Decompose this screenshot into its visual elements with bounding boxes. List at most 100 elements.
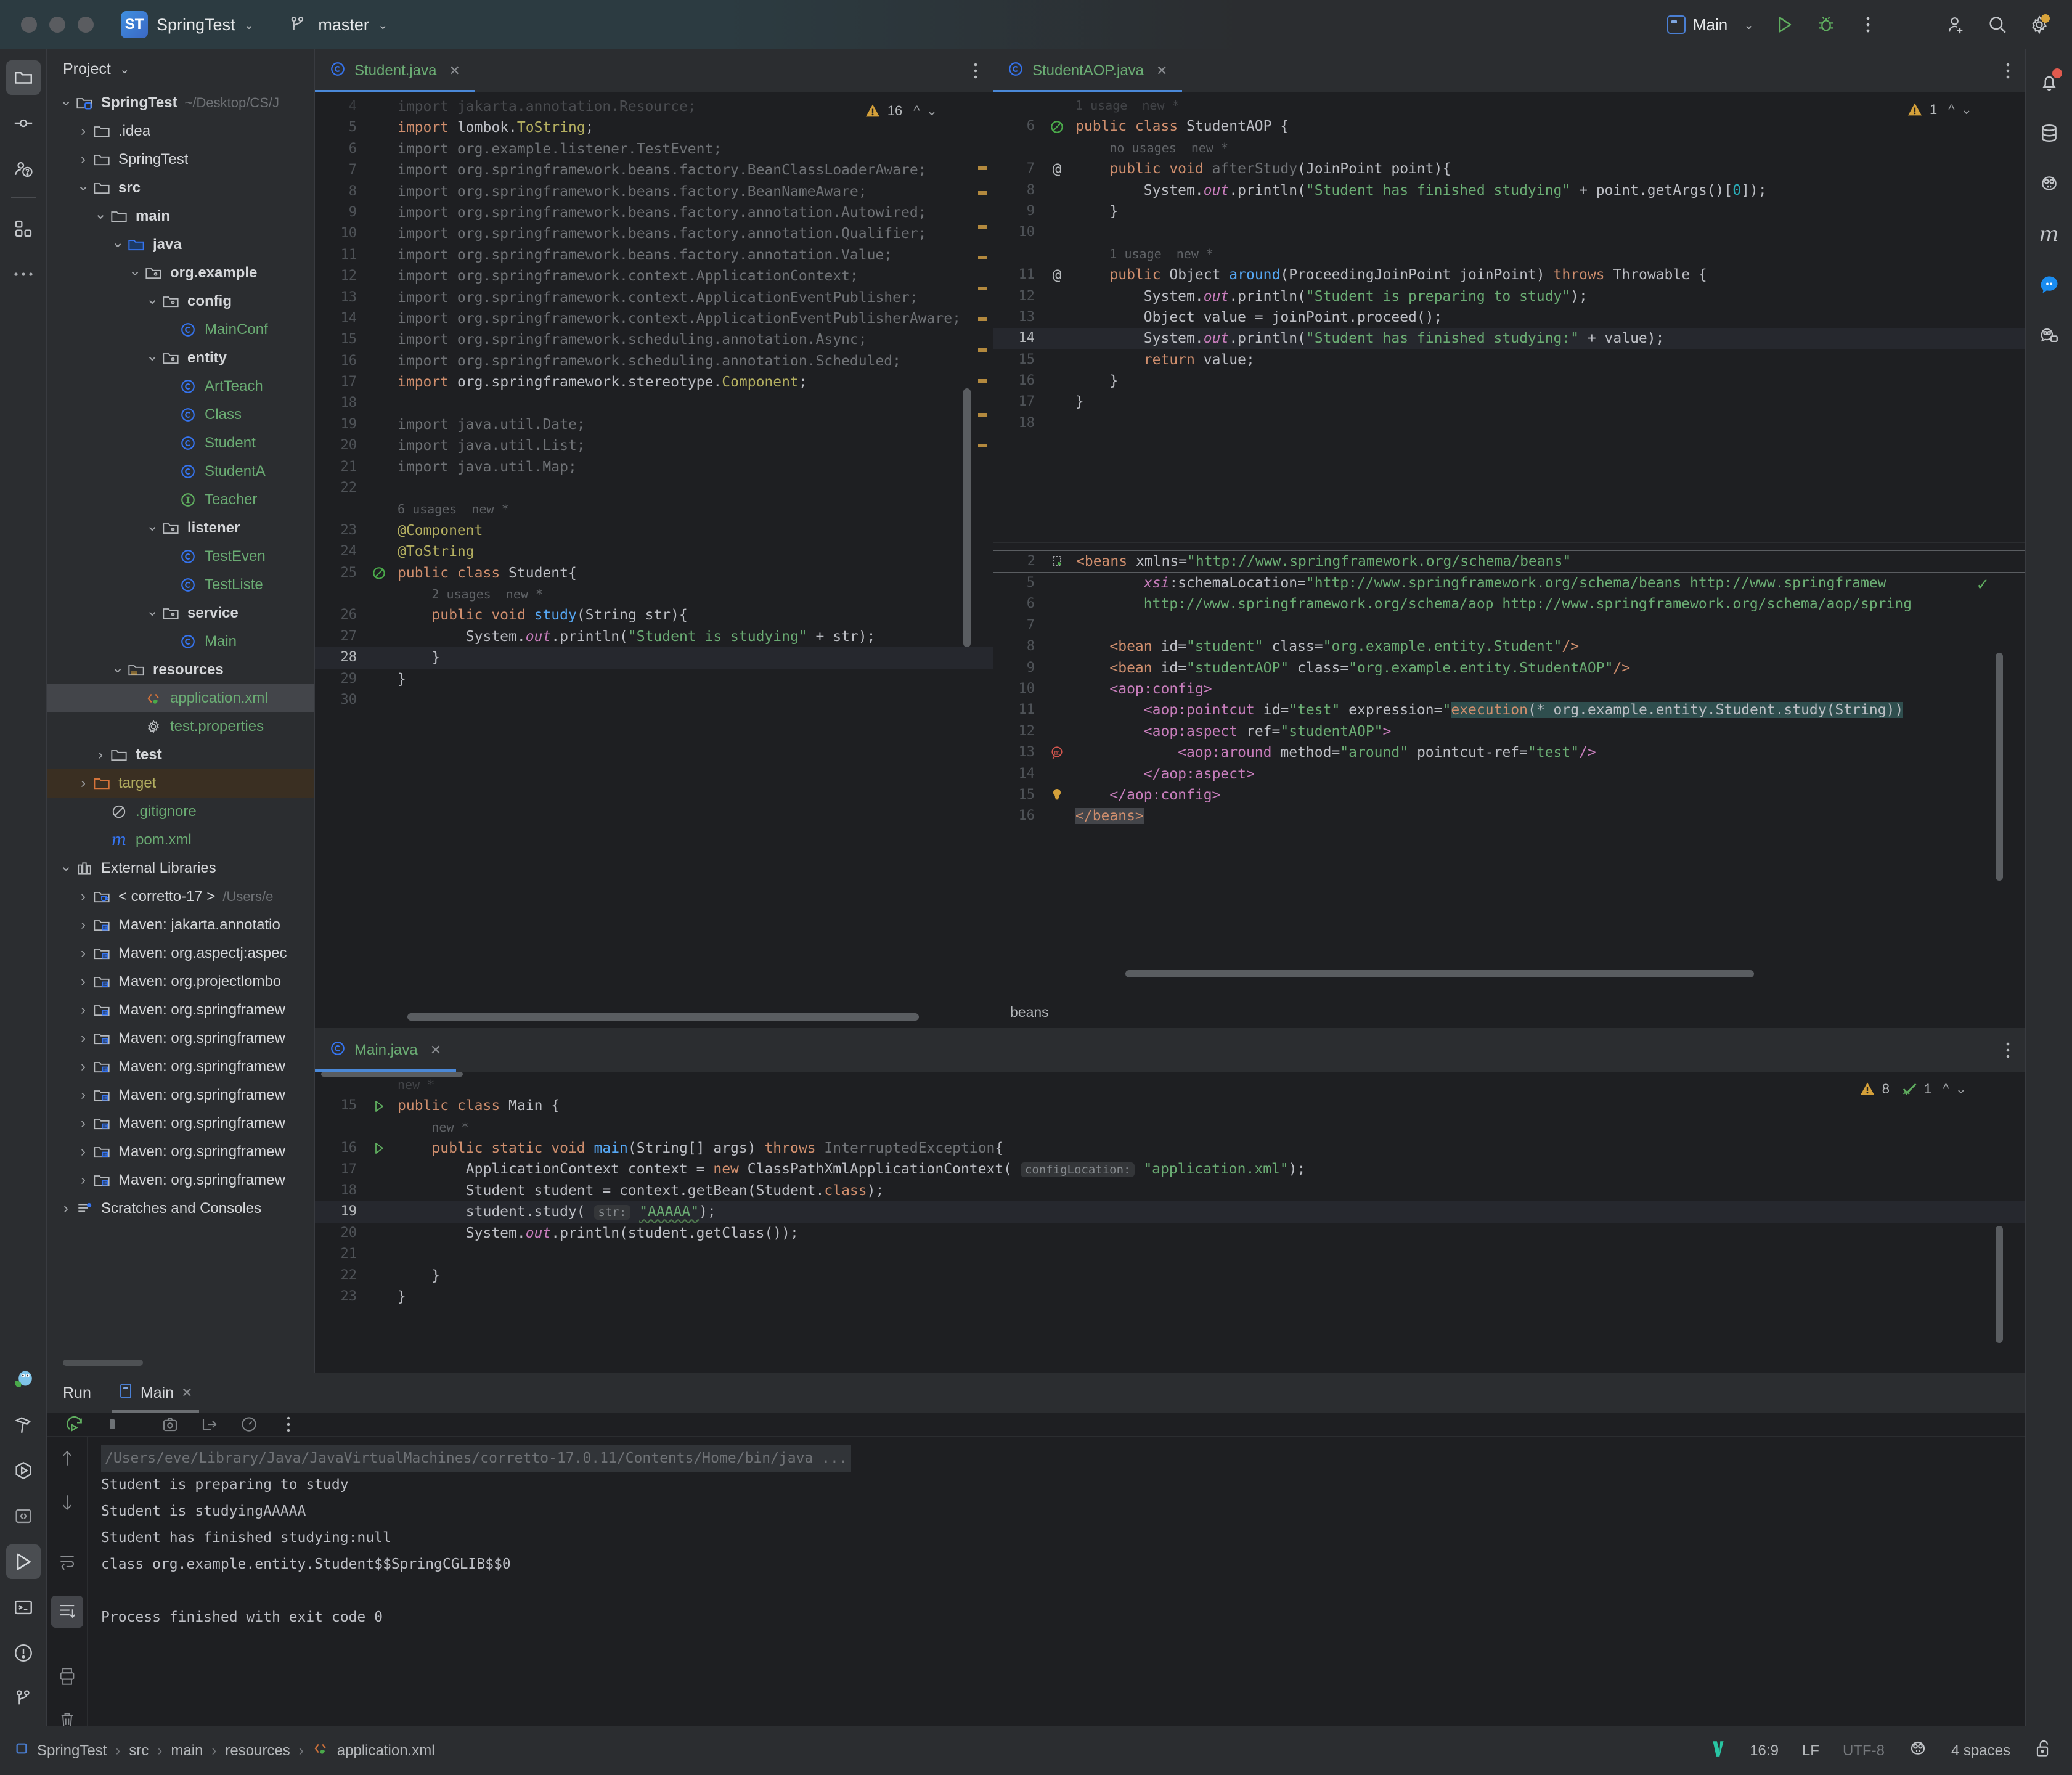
run-tool-button[interactable] xyxy=(6,1544,41,1579)
debug-button[interactable] xyxy=(1814,13,1838,36)
tree-item-src[interactable]: ⌄ src xyxy=(47,174,314,202)
tree-item-config[interactable]: ⌄ config xyxy=(47,287,314,316)
code-line[interactable]: 21 xyxy=(315,1244,2025,1265)
run-config-chevron-down-icon[interactable]: ⌄ xyxy=(1744,17,1754,33)
chevron-right-icon[interactable]: › xyxy=(58,1200,74,1217)
code-line[interactable]: 18 Student student = context.getBean(Stu… xyxy=(315,1180,2025,1201)
chevron-right-icon[interactable]: › xyxy=(75,775,91,791)
scroll-down-icon[interactable] xyxy=(55,1491,79,1514)
chevron-right-icon[interactable]: › xyxy=(75,123,91,139)
code-editor-application-xml[interactable]: ✓ 2 <beans xmlns="http://www.springframew… xyxy=(993,548,2025,960)
branch-chevron-down-icon[interactable]: ⌄ xyxy=(378,17,388,33)
code-line[interactable]: 15 public class Main { xyxy=(315,1095,2025,1116)
chevron-right-icon[interactable]: › xyxy=(75,1058,91,1075)
terminal-tool-button[interactable] xyxy=(6,1590,41,1625)
code-line[interactable]: 18 xyxy=(993,413,2025,434)
chevron-right-icon[interactable]: › xyxy=(75,1172,91,1188)
tree-item-test-properties[interactable]: ›test.properties xyxy=(47,712,314,741)
code-line[interactable]: 9 import org.springframework.beans.factor… xyxy=(315,202,993,223)
services-tool-button[interactable] xyxy=(6,1453,41,1488)
chevron-down-icon[interactable]: ⌄ xyxy=(144,291,160,308)
code-line[interactable]: 13 Object value = joinPoint.proceed(); xyxy=(993,307,2025,328)
at-icon[interactable]: @ xyxy=(1045,158,1069,179)
tree-item-springtest-root[interactable]: ⌄ SpringTest ~/Desktop/CS/J xyxy=(47,89,314,117)
chevron-down-icon[interactable]: ⌄ xyxy=(144,348,160,364)
chevron-down-icon[interactable]: ⌄ xyxy=(92,206,108,222)
branch-name[interactable]: master xyxy=(318,15,369,35)
minimize-window-button[interactable] xyxy=(49,17,65,33)
tree-item-maven-spring-4[interactable]: › Maven: org.springframew xyxy=(47,1081,314,1109)
code-line[interactable]: 19 import java.util.Date; xyxy=(315,414,993,435)
xml-horizontal-scrollbar[interactable] xyxy=(1125,970,1754,977)
stop-icon[interactable] xyxy=(102,1413,126,1436)
code-line[interactable]: 16 </beans> xyxy=(993,806,2025,826)
tree-item-test[interactable]: › test xyxy=(47,741,314,769)
tree-item-maven-lombok[interactable]: › Maven: org.projectlombo xyxy=(47,968,314,996)
code-line[interactable]: 8 <bean id="student" class="org.example.… xyxy=(993,636,2025,657)
tree-item-java[interactable]: ⌄ java xyxy=(47,231,314,259)
dependencies-tool-button[interactable] xyxy=(6,1499,41,1533)
tree-item-maven-spring-2[interactable]: › Maven: org.springframew xyxy=(47,1024,314,1053)
tree-item-application-xml[interactable]: ›application.xml xyxy=(47,684,314,712)
tree-item-resources[interactable]: ⌄ resources xyxy=(47,656,314,684)
chevron-right-icon[interactable]: › xyxy=(75,1115,91,1132)
tree-item-external-libraries[interactable]: ⌄ External Libraries xyxy=(47,854,314,883)
console-output[interactable]: /Users/eve/Library/Java/JavaVirtualMachi… xyxy=(88,1437,2025,1732)
tree-item-studentaop[interactable]: ›StudentA xyxy=(47,457,314,486)
editor-options-kebab-icon[interactable] xyxy=(2005,1041,2010,1059)
tree-item-service[interactable]: ⌄ service xyxy=(47,599,314,627)
caret-position[interactable]: 16:9 xyxy=(1750,1742,1779,1760)
tree-item-org-example[interactable]: ⌄ org.example xyxy=(47,259,314,287)
spring-beans-status-icon[interactable] xyxy=(1908,1739,1928,1763)
code-line[interactable]: 10 import org.springframework.beans.facto… xyxy=(315,223,993,244)
code-line[interactable]: 8 System.out.println("Student has finish… xyxy=(993,180,2025,201)
breadcrumb-item-application-xml[interactable]: application.xml xyxy=(337,1742,435,1760)
tree-item-maven-jakarta[interactable]: › Maven: jakarta.annotatio xyxy=(47,911,314,939)
close-window-button[interactable] xyxy=(21,17,37,33)
scroll-to-end-icon[interactable] xyxy=(51,1596,83,1628)
tree-item-gitignore[interactable]: ›.gitignore xyxy=(47,798,314,826)
spring-bean-icon[interactable] xyxy=(367,565,391,581)
tree-item-maven-spring-3[interactable]: › Maven: org.springframew xyxy=(47,1053,314,1081)
code-line[interactable]: 20 System.out.println(student.getClass()… xyxy=(315,1223,2025,1244)
code-editor-studentaop[interactable]: 1 ^ ⌄ 1 usage new * 6 public class Student… xyxy=(993,92,2025,542)
tree-item-maven-spring-5[interactable]: › Maven: org.springframew xyxy=(47,1109,314,1138)
code-line[interactable]: no usages new * xyxy=(993,137,2025,158)
code-line[interactable]: 14 </aop:aspect> xyxy=(993,764,2025,785)
code-editor-student[interactable]: 16 ^ ⌄ 4 import jakarta.annotation.Resour… xyxy=(315,92,993,1003)
more-actions-button[interactable] xyxy=(1856,13,1880,36)
student-horizontal-scrollbar[interactable] xyxy=(407,1013,919,1021)
chevron-down-icon[interactable]: ⌄ xyxy=(244,17,255,33)
code-line[interactable]: 24 @ToString xyxy=(315,541,993,562)
version-control-tool-button[interactable] xyxy=(6,1681,41,1716)
spring-bean-icon[interactable] xyxy=(1045,119,1069,135)
indent-setting[interactable]: 4 spaces xyxy=(1951,1742,2010,1760)
code-line[interactable]: 6 public class StudentAOP { xyxy=(993,116,2025,137)
spring-tool-button[interactable] xyxy=(6,1362,41,1397)
code-line[interactable]: 10 xyxy=(993,222,2025,243)
add-user-icon[interactable] xyxy=(1944,13,1967,36)
code-line[interactable]: 20 import java.util.List; xyxy=(315,435,993,456)
at-icon[interactable]: @ xyxy=(1045,264,1069,285)
code-line[interactable]: 16 import org.springframework.scheduling.… xyxy=(315,351,993,372)
more-tool-windows-button[interactable] xyxy=(6,257,41,292)
code-line[interactable]: 6 usages new * xyxy=(315,499,993,520)
export-icon[interactable] xyxy=(198,1413,221,1436)
chevron-down-icon[interactable]: ⌄ xyxy=(110,234,126,251)
method-nav-icon[interactable]: m xyxy=(1045,745,1069,761)
tree-item-maven-spring-1[interactable]: › Maven: org.springframew xyxy=(47,996,314,1024)
settings-gear-icon[interactable] xyxy=(2028,13,2051,36)
code-line[interactable]: 7 @ public void afterStudy(JoinPoint poin… xyxy=(993,158,2025,179)
notifications-bell-icon[interactable] xyxy=(2032,65,2066,100)
tree-item-class[interactable]: ›Class xyxy=(47,401,314,429)
search-icon[interactable] xyxy=(1986,13,2009,36)
chevron-right-icon[interactable]: › xyxy=(75,973,91,990)
tree-item-entity[interactable]: ⌄ entity xyxy=(47,344,314,372)
tree-item-listener[interactable]: ⌄ listener xyxy=(47,514,314,542)
tree-item-idea[interactable]: › .idea xyxy=(47,117,314,145)
project-tool-button[interactable] xyxy=(6,60,41,95)
code-line[interactable]: 14 import org.springframework.context.App… xyxy=(315,308,993,329)
code-line[interactable]: 15 </aop:config> xyxy=(993,785,2025,806)
screenshot-icon[interactable] xyxy=(158,1413,182,1436)
code-line[interactable]: 8 import org.springframework.beans.factor… xyxy=(315,181,993,202)
